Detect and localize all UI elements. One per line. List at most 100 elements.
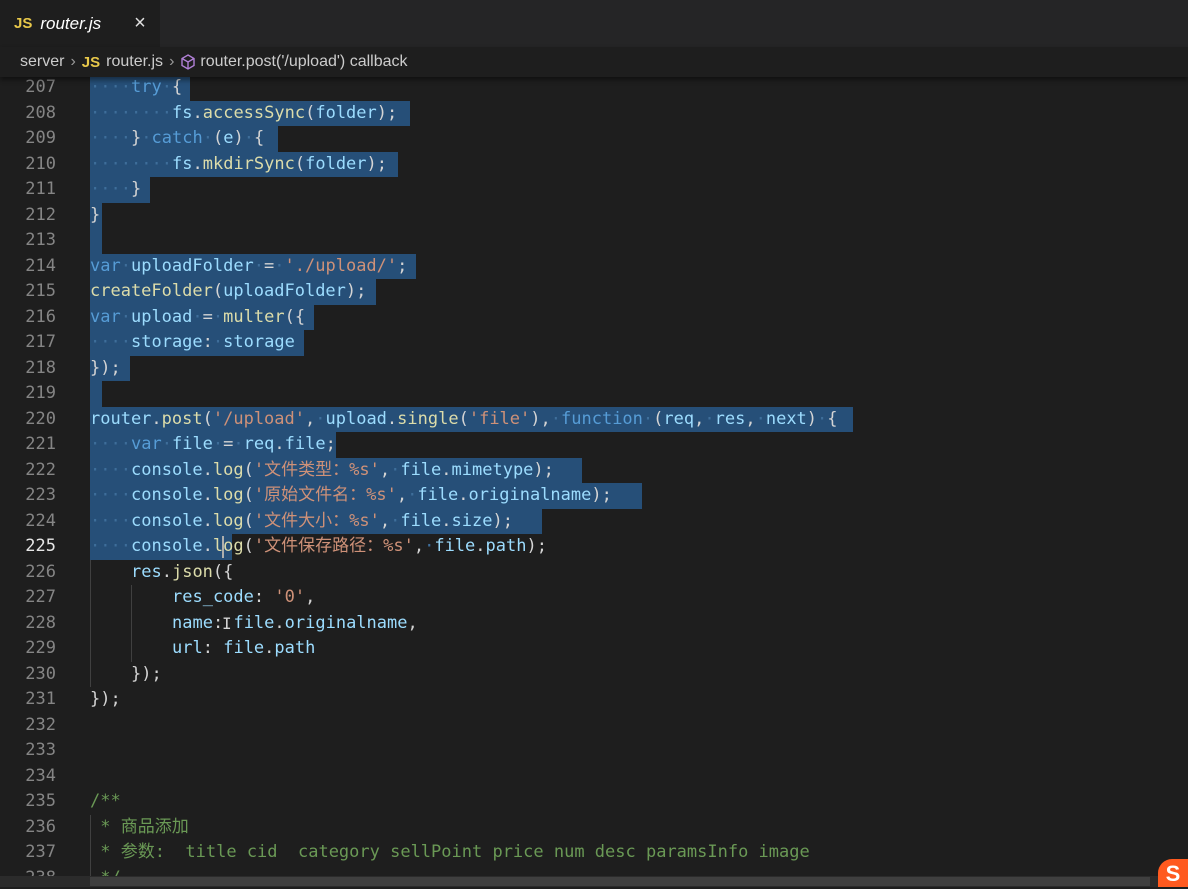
line-number: 232: [25, 714, 56, 735]
code-text: });: [90, 689, 121, 709]
line-number: 225: [25, 536, 56, 556]
code-editor[interactable]: 207 ····try·{ 208 ········fs.accessSync(fol…: [0, 77, 1188, 887]
code-line[interactable]: 232: [0, 713, 1188, 739]
code-text: ····console.log('文件保存路径：%s',·file.path);: [90, 536, 547, 556]
breadcrumb-folder[interactable]: server: [20, 53, 64, 71]
code-text: ········fs.mkdirSync(folder);: [90, 153, 388, 174]
horizontal-scrollbar[interactable]: [0, 876, 1160, 887]
line-number: 213: [25, 230, 56, 250]
javascript-file-icon: JS: [14, 15, 33, 32]
line-number: 237: [25, 842, 56, 862]
chevron-right-icon: ›: [70, 53, 76, 70]
javascript-file-icon: JS: [81, 53, 101, 71]
code-text: name: file.originalname,: [172, 612, 418, 633]
breadcrumb-file[interactable]: router.js: [106, 53, 163, 71]
code-line[interactable]: 228 name: file.originalname,: [0, 611, 1188, 637]
code-text: router.post('/upload',·upload.single('fi…: [90, 408, 838, 429]
code-text: ····console.log('文件大小：%s',·file.size);: [90, 510, 513, 531]
code-line[interactable]: 229 url: file.path: [0, 636, 1188, 662]
code-line[interactable]: 218});: [0, 355, 1188, 381]
code-text: url: file.path: [172, 638, 316, 658]
breadcrumb: server › JS router.js › router.post('/up…: [0, 47, 1188, 77]
code-text: createFolder(uploadFolder);: [90, 281, 367, 301]
chevron-right-icon: ›: [169, 53, 175, 70]
code-line[interactable]: 209 ····}·catch·(e)·{: [0, 126, 1188, 152]
code-text: });: [90, 357, 121, 378]
text-cursor: [222, 536, 224, 558]
code-text: res.json({: [131, 561, 234, 582]
line-number: 219: [25, 383, 56, 403]
breadcrumb-symbol[interactable]: router.post('/upload') callback: [200, 53, 407, 71]
code-line[interactable]: 235 /**: [0, 789, 1188, 815]
code-line[interactable]: 236 * 商品添加: [0, 815, 1188, 841]
line-number: 209: [25, 128, 56, 148]
line-number: 226: [25, 561, 56, 582]
code-line[interactable]: 223 ····console.log('原始文件名：%s',·file.orig…: [0, 483, 1188, 509]
code-line[interactable]: 212}: [0, 202, 1188, 228]
code-text: ····}: [90, 179, 142, 199]
line-number: 231: [25, 689, 56, 709]
line-number: 234: [25, 765, 56, 786]
line-number: 230: [25, 663, 56, 684]
line-number: 233: [25, 740, 56, 760]
code-line[interactable]: 227 res_code: '0',: [0, 585, 1188, 611]
code-line[interactable]: 220 router.post('/upload',·upload.single(…: [0, 406, 1188, 432]
code-line[interactable]: 230 });: [0, 662, 1188, 688]
code-line[interactable]: 219: [0, 381, 1188, 407]
tab-label: router.js: [40, 13, 102, 33]
code-text: ····storage:·storage: [90, 332, 295, 352]
code-text: /**: [90, 791, 121, 811]
code-line[interactable]: 210 ········fs.mkdirSync(folder);: [0, 151, 1188, 177]
code-text: });: [131, 663, 162, 684]
code-line[interactable]: 231});: [0, 687, 1188, 713]
code-line[interactable]: 213: [0, 228, 1188, 254]
scrollbar-thumb[interactable]: [90, 877, 1150, 886]
code-line[interactable]: 225 ····console.log('文件保存路径：%s',·file.pat…: [0, 534, 1188, 560]
code-text: var·uploadFolder·=·'./upload/';: [90, 255, 408, 276]
indent-guide: [131, 585, 132, 662]
code-line[interactable]: 234: [0, 764, 1188, 790]
code-line[interactable]: 237 * 参数: title cid category sellPoint p…: [0, 840, 1188, 866]
close-icon[interactable]: ×: [128, 11, 152, 35]
cube-method-icon: [180, 54, 196, 70]
line-number: 235: [25, 791, 56, 811]
code-line[interactable]: 214 var·uploadFolder·=·'./upload/';: [0, 253, 1188, 279]
line-number: 223: [25, 485, 56, 505]
code-text: ····}·catch·(e)·{: [90, 128, 265, 148]
tab-router-js[interactable]: JS router.js ×: [0, 0, 160, 47]
line-number: 229: [25, 638, 56, 658]
code-text: var·upload·=·multer({: [90, 306, 306, 327]
line-number: 215: [25, 281, 56, 301]
code-line[interactable]: 221 ····var·file·=·req.file;: [0, 432, 1188, 458]
code-line[interactable]: 226 res.json({: [0, 560, 1188, 586]
line-number: 212: [25, 204, 56, 225]
line-number: 207: [25, 77, 56, 97]
code-line[interactable]: 216 var·upload·=·multer({: [0, 304, 1188, 330]
code-line[interactable]: 233: [0, 738, 1188, 764]
code-text: * 商品添加: [90, 816, 189, 837]
line-number: 220: [25, 408, 56, 429]
code-line[interactable]: 208 ········fs.accessSync(folder);: [0, 100, 1188, 126]
code-text: ····var·file·=·req.file;: [90, 434, 336, 454]
code-line[interactable]: 224 ····console.log('文件大小：%s',·file.size)…: [0, 508, 1188, 534]
code-line[interactable]: 217 ····storage:·storage: [0, 330, 1188, 356]
line-number: 211: [25, 179, 56, 199]
code-text: }: [90, 204, 101, 225]
line-number: 216: [25, 306, 56, 327]
code-line[interactable]: 222 ····console.log('文件类型：%s',·file.mimet…: [0, 457, 1188, 483]
code-text: ····try·{: [90, 77, 183, 97]
line-number: 217: [25, 332, 56, 352]
code-text: res_code: '0',: [172, 587, 316, 607]
code-line[interactable]: 207 ····try·{: [0, 77, 1188, 101]
mouse-ibeam-icon: I: [222, 613, 232, 633]
code-line[interactable]: 211 ····}: [0, 177, 1188, 203]
line-number: 224: [25, 510, 56, 531]
line-number: 208: [25, 102, 56, 123]
code-line[interactable]: 215 createFolder(uploadFolder);: [0, 279, 1188, 305]
line-number: 228: [25, 612, 56, 633]
indent-guide: [90, 559, 91, 687]
selection-highlight: [90, 381, 102, 407]
sogou-logo-icon: S: [1158, 859, 1188, 887]
selection-highlight: [90, 228, 102, 254]
code-text: * 参数: title cid category sellPoint price…: [90, 842, 810, 862]
